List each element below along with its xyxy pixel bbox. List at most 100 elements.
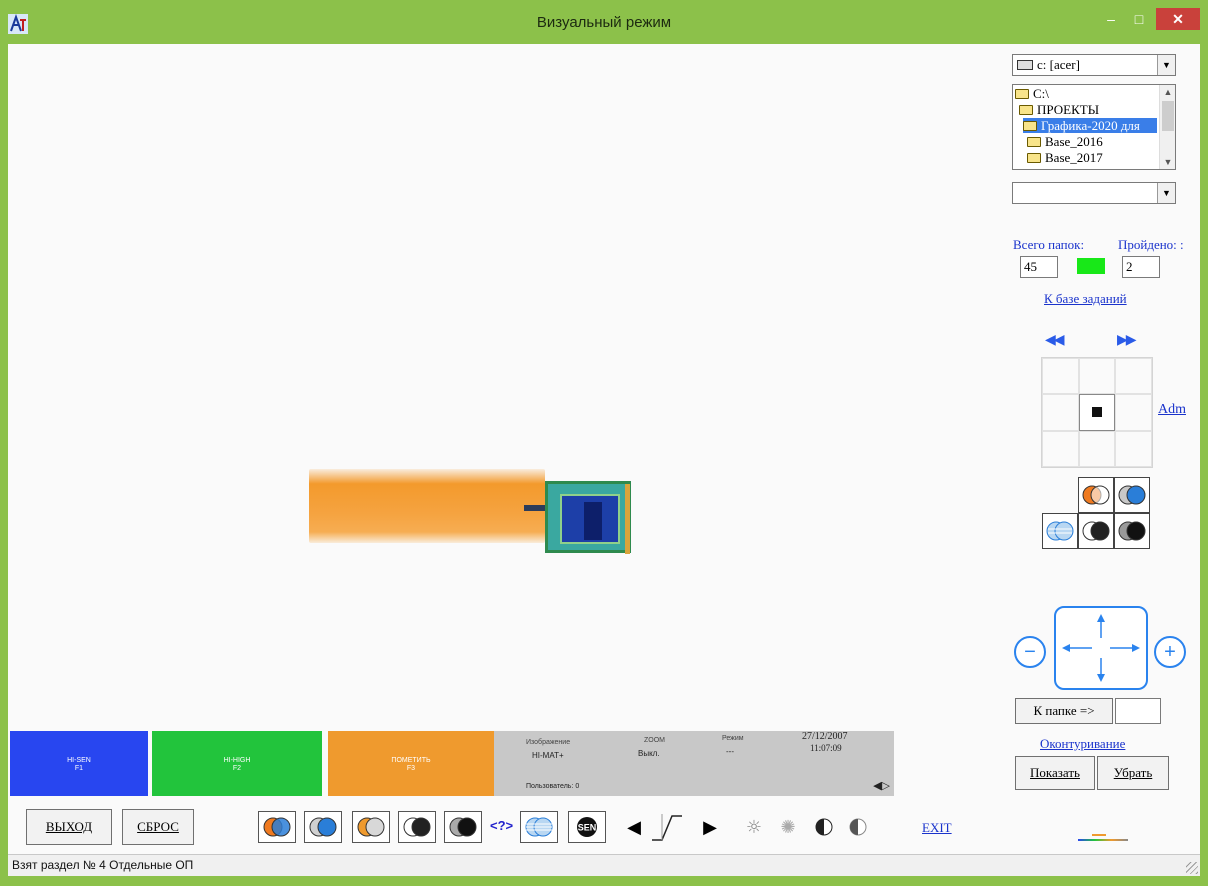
grid-cell[interactable] [1042, 430, 1079, 467]
adm-link[interactable]: Adm [1158, 402, 1186, 418]
grid-cell[interactable] [1115, 394, 1152, 431]
folder-item[interactable]: C:\ [1015, 86, 1049, 101]
folder-icon [1027, 152, 1041, 163]
stop-icon [1091, 407, 1102, 418]
user-value: Пользователь: 0 [526, 783, 580, 790]
zoom-out-button[interactable]: − [1014, 636, 1046, 668]
sen-text: SEN [578, 823, 597, 833]
maximize-button[interactable]: □ [1126, 8, 1152, 30]
invert-icon[interactable] [848, 817, 868, 837]
mode-black-white-button[interactable] [1078, 513, 1114, 549]
hide-contour-button[interactable]: Убрать [1097, 756, 1169, 790]
mode-white-black-toolbar-button[interactable] [398, 811, 436, 843]
sen-toolbar-button[interactable]: SEN [568, 811, 606, 843]
sen-icon: SEN [577, 817, 597, 837]
goto-folder-button[interactable]: К папке => [1015, 698, 1113, 724]
progress-indicator [1077, 258, 1105, 274]
title-bar[interactable]: Визуальный режим – □ ✕ [0, 0, 1208, 44]
scan-object-organic [309, 469, 545, 543]
reset-button[interactable]: СБРОС [122, 809, 194, 845]
mode-orange-blue-toolbar-button[interactable] [258, 811, 296, 843]
contrast-icon[interactable] [814, 817, 834, 837]
folder-icon [1027, 136, 1041, 147]
scan-object-device [545, 481, 631, 553]
image-label: Изображение [526, 739, 571, 746]
gamma-up-icon[interactable]: ▶ [700, 817, 720, 838]
folder-item[interactable]: Base_2016 [1027, 134, 1103, 149]
passed-label: Пройдено: : [1118, 237, 1184, 252]
folder-item[interactable]: Base_2017 [1027, 150, 1103, 165]
grid-cell[interactable] [1078, 430, 1116, 467]
close-button[interactable]: ✕ [1156, 8, 1200, 30]
gamma-down-icon[interactable]: ◀ [624, 817, 644, 838]
scroll-down-icon[interactable]: ▼ [1160, 155, 1175, 169]
resize-grip-icon[interactable] [1186, 862, 1198, 874]
grid-cell[interactable] [1078, 358, 1116, 395]
folder-item[interactable]: ПРОЕКТЫ [1019, 102, 1099, 117]
folder-list[interactable]: C:\ ПРОЕКТЫ Графика-2020 для Base_2016 B… [1012, 84, 1176, 170]
hi-sen-box[interactable]: HI-SEN F1 [10, 731, 148, 796]
scroll-thumb[interactable] [1162, 101, 1174, 131]
exit-link[interactable]: EXIT [922, 820, 952, 836]
total-folders-label: Всего папок: [1013, 237, 1085, 252]
mode-orange-gray-toolbar-button[interactable] [352, 811, 390, 843]
grid-cell-center[interactable] [1078, 394, 1116, 431]
drive-select-value: c: [acer] [1037, 57, 1080, 72]
mode-gray-black-toolbar-button[interactable] [444, 811, 482, 843]
mode-value: --- [726, 747, 734, 756]
file-select[interactable]: ▼ [1012, 182, 1176, 204]
zoom-value: Выкл. [638, 749, 660, 758]
mode-gray-blue-button[interactable] [1114, 477, 1150, 513]
mode-gray-blue-toolbar-button[interactable] [304, 811, 342, 843]
scan-object-edge [625, 484, 630, 554]
position-grid[interactable] [1041, 357, 1153, 468]
palette-bar-icon [1078, 834, 1128, 842]
pan-control[interactable] [1054, 606, 1148, 690]
time-value: 11:07:09 [810, 743, 842, 753]
gamma-curve-icon[interactable] [648, 810, 684, 844]
passed-field[interactable]: 2 [1122, 256, 1160, 278]
client-area: c: [acer] ▼ C:\ ПРОЕКТЫ Графика-2020 для… [8, 44, 1200, 876]
total-folders-field[interactable]: 45 [1020, 256, 1058, 278]
grid-cell[interactable] [1042, 394, 1079, 431]
info-nav-arrows-icon[interactable]: ◀▷ [873, 779, 890, 792]
mode-gray-black-button[interactable] [1114, 513, 1150, 549]
date-value: 27/12/2007 [802, 731, 848, 742]
chevron-down-icon[interactable]: ▼ [1157, 183, 1175, 203]
show-contour-button[interactable]: Показать [1015, 756, 1095, 790]
folder-item-selected[interactable]: Графика-2020 для [1023, 118, 1157, 133]
folder-list-scrollbar[interactable]: ▲ ▼ [1159, 85, 1175, 169]
mark-box[interactable]: ПОМЕТИТЬ F3 [328, 731, 494, 796]
prev-folder-button[interactable]: ◀◀ [1045, 332, 1064, 349]
folder-open-icon [1023, 120, 1037, 131]
grid-cell[interactable] [1115, 430, 1152, 467]
mode-stripe-button[interactable] [1042, 513, 1078, 549]
minimize-button[interactable]: – [1098, 8, 1124, 30]
brightness-low-icon[interactable]: ☼ [744, 817, 764, 838]
status-bar: Взят раздел № 4 Отдельные ОП [8, 854, 1200, 876]
contouring-link[interactable]: Оконтуривание [1040, 736, 1125, 752]
grid-cell[interactable] [1115, 358, 1152, 395]
zoom-in-button[interactable]: + [1154, 636, 1186, 668]
mode-orange-blue-button[interactable] [1078, 477, 1114, 513]
exit-button[interactable]: ВЫХОД [26, 809, 112, 845]
image-value: HI-MAT+ [532, 751, 564, 760]
zoom-label: ZOOM [644, 737, 665, 744]
task-base-link[interactable]: К базе заданий [1044, 291, 1127, 307]
goto-folder-field[interactable] [1115, 698, 1161, 724]
stripe-mode-toolbar-button[interactable] [520, 811, 558, 843]
status-text: Взят раздел № 4 Отдельные ОП [12, 858, 194, 872]
hi-high-box[interactable]: HI-HIGH F2 [152, 731, 322, 796]
chevron-down-icon[interactable]: ▼ [1157, 55, 1175, 75]
scroll-up-icon[interactable]: ▲ [1160, 85, 1175, 99]
help-button[interactable]: <?> [490, 818, 513, 833]
next-folder-button[interactable]: ▶▶ [1117, 332, 1136, 349]
mode-label: Режим [722, 735, 744, 742]
window-title: Визуальный режим [536, 14, 672, 31]
brightness-high-icon[interactable]: ✺ [778, 817, 798, 838]
drive-select[interactable]: c: [acer] ▼ [1012, 54, 1176, 76]
move-arrows-icon [1062, 614, 1140, 682]
info-panel: Изображение HI-MAT+ ZOOM Выкл. Режим ---… [494, 731, 894, 796]
grid-cell[interactable] [1042, 358, 1079, 395]
app-window: Визуальный режим – □ ✕ c: [acer] ▼ C:\ П… [0, 0, 1208, 886]
